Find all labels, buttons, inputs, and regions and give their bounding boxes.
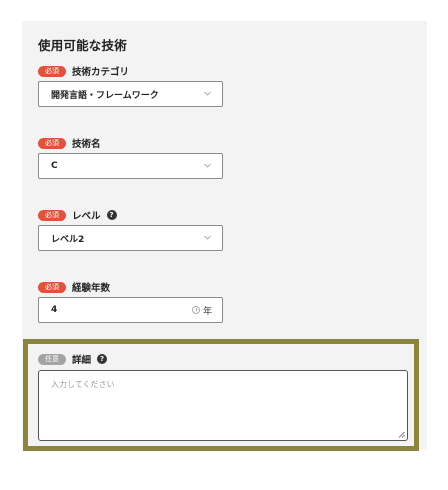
resize-handle-icon[interactable]: [398, 431, 405, 438]
help-icon[interactable]: ?: [106, 210, 117, 220]
required-badge: 必須: [38, 137, 66, 149]
chevron-down-icon: [204, 162, 211, 169]
name-select[interactable]: C: [38, 153, 223, 179]
section-title: 使用可能な技術: [38, 38, 127, 53]
years-value: 4: [51, 305, 58, 315]
detail-label-text: 詳細: [72, 355, 92, 366]
help-icon[interactable]: ?: [97, 354, 108, 364]
chevron-down-icon: [204, 234, 211, 241]
years-unit: 年: [191, 298, 212, 322]
required-badge: 必須: [38, 281, 66, 293]
optional-badge: 任意: [38, 353, 66, 365]
level-select[interactable]: レベル2: [38, 225, 223, 251]
name-label-text: 技術名: [72, 139, 101, 150]
required-badge: 必須: [38, 65, 66, 77]
name-label: 必須 技術名: [38, 136, 101, 150]
level-value: レベル2: [51, 234, 85, 245]
name-value: C: [51, 161, 58, 171]
detail-placeholder: 入力してください: [51, 380, 115, 389]
required-badge: 必須: [38, 209, 66, 221]
category-value: 開発言語・フレームワーク: [51, 90, 159, 101]
years-unit-text: 年: [202, 306, 212, 317]
category-label-text: 技術カテゴリ: [72, 67, 130, 78]
years-label: 必須 経験年数: [38, 280, 110, 294]
detail-textarea[interactable]: 入力してください: [38, 370, 408, 441]
category-select[interactable]: 開発言語・フレームワーク: [38, 81, 223, 107]
detail-label: 任意 詳細 ?: [38, 352, 108, 366]
level-label-text: レベル: [72, 211, 101, 222]
level-label: 必須 レベル ?: [38, 208, 117, 222]
years-input[interactable]: 4 年: [38, 297, 223, 323]
chevron-down-icon: [204, 90, 211, 97]
years-label-text: 経験年数: [72, 283, 111, 294]
clock-icon: [191, 306, 200, 314]
category-label: 必須 技術カテゴリ: [38, 64, 129, 78]
